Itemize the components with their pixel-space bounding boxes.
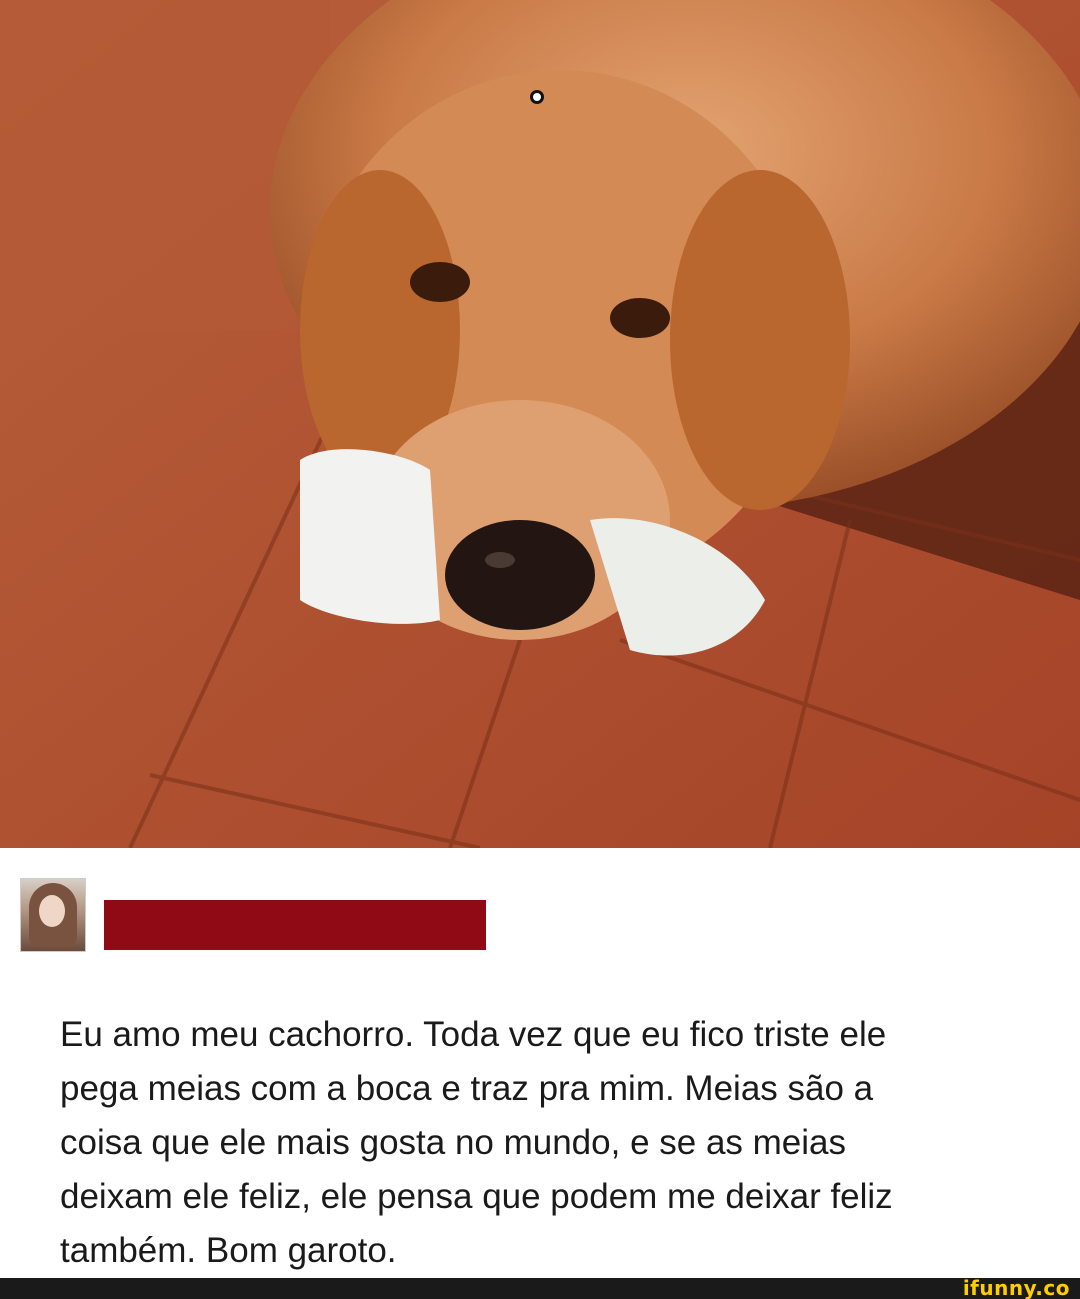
dog-photo xyxy=(0,0,1080,848)
post-text: Eu amo meu cachorro. Toda vez que eu fic… xyxy=(60,1008,1040,1278)
meme-screenshot: Eu amo meu cachorro. Toda vez que eu fic… xyxy=(0,0,1080,1299)
post-text-line: também. Bom garoto. xyxy=(60,1231,397,1270)
cursor-marker xyxy=(530,90,544,104)
social-post: Eu amo meu cachorro. Toda vez que eu fic… xyxy=(0,848,1080,1278)
post-text-line: Eu amo meu cachorro. Toda vez que eu fic… xyxy=(60,1015,887,1054)
avatar-icon[interactable] xyxy=(20,878,86,952)
post-text-line: pega meias com a boca e traz pra mim. Me… xyxy=(60,1069,874,1108)
dog-photo-illustration xyxy=(0,0,1080,848)
redacted-username xyxy=(104,900,486,950)
ifunny-watermark: ifunny.co xyxy=(962,1276,1070,1299)
avatar-face xyxy=(39,895,65,927)
post-text-line: coisa que ele mais gosta no mundo, e se … xyxy=(60,1123,846,1162)
post-text-line: deixam ele feliz, ele pensa que podem me… xyxy=(60,1177,893,1216)
watermark-bar: ifunny.co xyxy=(0,1276,1080,1299)
